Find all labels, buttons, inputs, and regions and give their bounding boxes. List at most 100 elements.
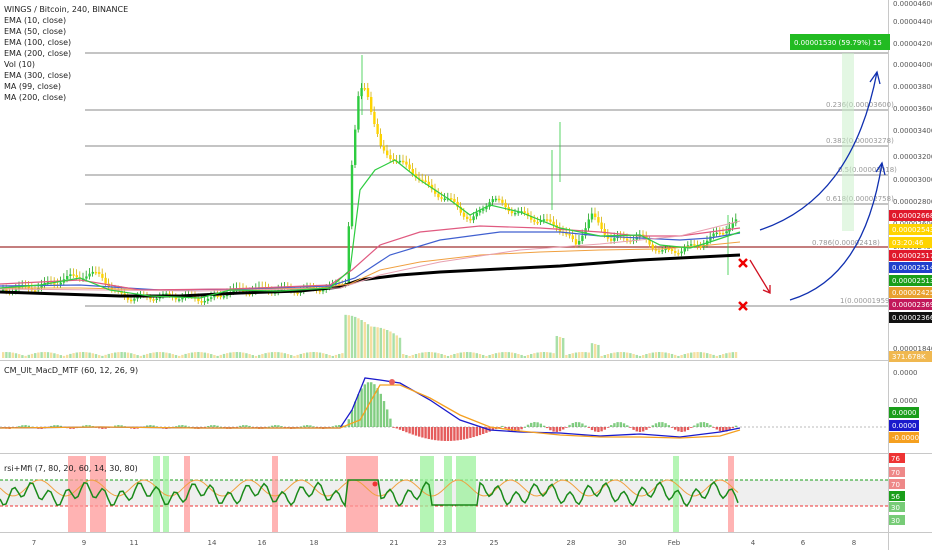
volume-bar: [674, 354, 677, 358]
volume-bar: [517, 353, 520, 358]
macd-bar: [715, 427, 718, 430]
volume-bar: [11, 352, 14, 358]
candle: [437, 193, 440, 198]
volume-bar: [526, 354, 530, 358]
candle: [178, 299, 181, 301]
candle: [718, 232, 722, 235]
time-tick: 7: [32, 539, 36, 547]
volume-bar: [293, 355, 296, 358]
macd-bar: [280, 426, 283, 427]
svg-text:-0.0000: -0.0000: [892, 434, 919, 442]
candle: [91, 271, 94, 274]
candle: [510, 211, 514, 214]
svg-text:0.00002517: 0.00002517: [892, 252, 932, 260]
volume-bar: [443, 354, 446, 358]
macd-bar: [680, 427, 683, 432]
candle: [427, 181, 430, 185]
legend-item[interactable]: EMA (300, close): [4, 70, 128, 81]
volume-bar: [456, 353, 459, 358]
chart-title[interactable]: WINGS / Bitcoin, 240, BINANCE: [4, 4, 128, 15]
volume-bar: [126, 352, 130, 358]
macd-bar: [638, 427, 642, 432]
macd-bar: [277, 425, 280, 427]
volume-bar: [664, 352, 667, 358]
legend-item[interactable]: EMA (10, close): [4, 15, 128, 26]
volume-bar: [104, 354, 107, 358]
candle: [680, 251, 683, 254]
volume-bar: [78, 352, 82, 358]
macd-bar: [350, 409, 354, 427]
rsi-zone: [444, 456, 452, 532]
macd-bar: [683, 427, 686, 432]
macd-bar: [446, 427, 450, 441]
price-tag: 371.678K: [889, 351, 932, 362]
volume-bar: [427, 352, 430, 358]
volume-bar: [638, 355, 642, 358]
macd-bar: [555, 427, 558, 432]
volume-bar: [382, 328, 386, 358]
volume-bar: [462, 352, 466, 358]
volume-bar: [606, 354, 610, 358]
fib-label: 1(0.00001959): [840, 297, 892, 305]
volume-bar: [446, 355, 450, 358]
volume-bar: [187, 353, 190, 358]
volume-bar: [552, 353, 555, 358]
volume-bar: [450, 354, 453, 358]
volume-bar: [386, 330, 389, 358]
svg-text:0.00002514: 0.00002514: [892, 264, 932, 272]
volume-bar: [229, 352, 232, 358]
volume-bar: [424, 352, 427, 358]
rsi-zone: [728, 456, 734, 532]
candle: [174, 297, 178, 300]
legend-item[interactable]: EMA (50, close): [4, 26, 128, 37]
volume-bar: [261, 353, 264, 358]
candle: [366, 88, 370, 97]
volume-bar: [731, 352, 734, 358]
legend-item[interactable]: MA (200, close): [4, 92, 128, 103]
legend-item[interactable]: Vol (10): [4, 59, 128, 70]
volume-bar: [165, 352, 168, 358]
rsi-title[interactable]: rsi+Mfi (7, 80, 20, 60, 14, 30, 80): [4, 464, 138, 473]
legend-item[interactable]: MA (99, close): [4, 81, 128, 92]
macd-title[interactable]: CM_Ult_MacD_MTF (60, 12, 26, 9): [4, 366, 138, 375]
macd-bar: [654, 423, 658, 427]
volume-bar: [616, 352, 619, 358]
macd-bar: [568, 424, 571, 427]
candle: [75, 275, 78, 278]
legend: WINGS / Bitcoin, 240, BINANCE EMA (10, c…: [4, 4, 128, 103]
macd-bar: [421, 427, 424, 438]
candle: [94, 271, 98, 274]
volume-bar: [709, 353, 712, 358]
macd-bar: [731, 427, 734, 429]
volume-bar: [338, 353, 341, 358]
volume-bar: [75, 352, 78, 358]
volume-bar: [363, 322, 366, 358]
volume-bar: [597, 344, 600, 358]
volume-bar: [30, 353, 34, 358]
volume-bar: [114, 352, 117, 358]
macd-bar: [408, 427, 411, 434]
trading-chart[interactable]: 0.236(0.00003600) 0.382(0.00003278) 0.5(…: [0, 0, 932, 550]
svg-text:0.00002369: 0.00002369: [892, 301, 932, 309]
volume-bar: [494, 353, 498, 358]
volume-bar: [56, 354, 59, 358]
macd-bar: [360, 388, 363, 427]
volume-bar: [21, 355, 24, 358]
candle: [296, 292, 299, 295]
volume-bar: [667, 353, 670, 358]
rsi-tag: 30: [889, 515, 905, 525]
volume-bar: [485, 355, 488, 358]
macd-bar: [501, 425, 504, 427]
candle: [210, 297, 213, 299]
volume-bar: [654, 352, 658, 358]
volume-bar: [453, 353, 456, 358]
target-label[interactable]: 0.00001530 (59.79%) 15: [790, 34, 890, 50]
legend-item[interactable]: EMA (100, close): [4, 37, 128, 48]
volume-bar: [344, 314, 347, 358]
macd-bar: [523, 426, 526, 428]
legend-item[interactable]: EMA (200, close): [4, 48, 128, 59]
volume-bar: [683, 354, 686, 358]
volume-bar: [181, 354, 184, 358]
candle: [386, 150, 389, 156]
volume-bar: [168, 353, 171, 358]
